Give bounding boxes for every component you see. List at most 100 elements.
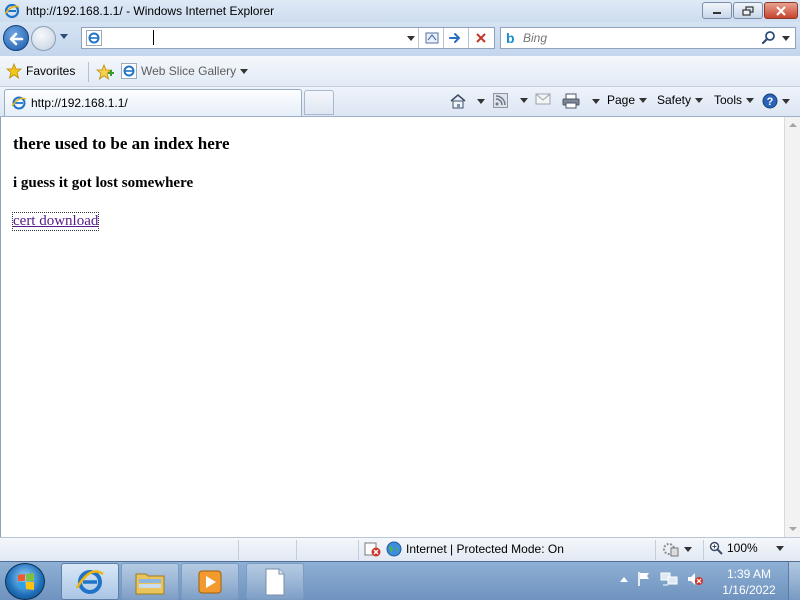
recent-pages-dropdown[interactable] — [60, 34, 68, 39]
ie-logo-icon — [4, 3, 20, 19]
system-tray — [620, 571, 704, 587]
favorites-button[interactable]: Favorites — [6, 63, 75, 79]
print-button[interactable] — [562, 93, 600, 109]
text-cursor — [153, 30, 154, 45]
new-tab-button[interactable] — [304, 90, 334, 115]
stop-x-icon — [476, 33, 486, 43]
minimize-button[interactable] — [702, 2, 732, 19]
taskbar-clock[interactable]: 1:39 AM 1/16/2022 — [716, 566, 782, 598]
zoom-magnifier-icon — [709, 541, 723, 555]
forward-button[interactable] — [31, 26, 56, 51]
scroll-up-arrow[interactable] — [789, 123, 797, 127]
search-icon[interactable] — [761, 30, 777, 46]
favorites-star-icon — [6, 63, 22, 79]
page-subheading: i guess it got lost somewhere — [13, 175, 194, 191]
mail-icon — [535, 93, 551, 105]
rss-feed-icon — [493, 93, 508, 108]
address-dropdown[interactable] — [407, 36, 415, 41]
restore-button[interactable] — [733, 2, 763, 19]
clock-time: 1:39 AM — [726, 567, 772, 581]
compatibility-view-icon — [425, 32, 439, 44]
navigation-bar: b — [0, 22, 800, 56]
compatibility-view-button[interactable] — [423, 30, 441, 46]
status-segment-divider — [358, 540, 359, 560]
page-menu[interactable]: Page — [607, 93, 648, 107]
favorites-separator — [88, 62, 89, 82]
show-desktop-button[interactable] — [788, 562, 800, 600]
chevron-down-icon — [684, 546, 692, 552]
action-center-flag-icon[interactable] — [636, 571, 652, 587]
chevron-down-icon — [695, 97, 704, 103]
taskbar-notepad[interactable] — [246, 563, 304, 600]
back-button[interactable] — [3, 25, 29, 51]
back-arrow-icon — [9, 32, 24, 46]
tools-menu-label: Tools — [714, 93, 743, 107]
tab-label: http://192.168.1.1/ — [31, 96, 128, 110]
zoom-control[interactable]: 100% — [709, 541, 784, 555]
vertical-scrollbar[interactable] — [784, 117, 800, 537]
web-slice-gallery-label: Web Slice Gallery — [141, 64, 237, 78]
start-button[interactable] — [5, 563, 45, 600]
tools-menu[interactable]: Tools — [714, 93, 755, 107]
taskbar: 1:39 AM 1/16/2022 — [0, 561, 800, 600]
read-mail-button[interactable] — [535, 93, 551, 105]
close-button[interactable] — [764, 2, 798, 19]
shield-settings-icon — [663, 543, 679, 557]
printer-icon — [562, 93, 580, 109]
status-segment-divider — [296, 540, 297, 560]
window-title: http://192.168.1.1/ - Windows Internet E… — [26, 4, 275, 18]
title-bar: http://192.168.1.1/ - Windows Internet E… — [0, 0, 800, 22]
status-segment-divider — [703, 540, 704, 560]
search-input[interactable] — [523, 30, 753, 46]
web-slice-gallery-link[interactable]: Web Slice Gallery — [121, 63, 249, 79]
media-player-icon — [198, 570, 222, 593]
address-bar[interactable] — [81, 27, 495, 49]
address-input[interactable] — [106, 30, 396, 46]
help-button[interactable]: ? — [762, 93, 790, 109]
volume-muted-icon[interactable] — [686, 571, 704, 587]
search-provider-dropdown[interactable] — [782, 36, 790, 41]
tab-ie-icon — [11, 96, 27, 110]
taskbar-internet-explorer[interactable] — [61, 563, 119, 600]
home-icon — [450, 93, 466, 109]
favorites-label: Favorites — [26, 64, 76, 78]
status-bar: Internet | Protected Mode: On 100% — [0, 537, 800, 561]
chevron-down-icon — [775, 545, 784, 551]
go-button[interactable] — [446, 30, 464, 46]
security-zone[interactable]: Internet | Protected Mode: On — [364, 541, 564, 557]
favorites-bar: Favorites Web Slice Gallery — [0, 56, 800, 87]
show-hidden-icons-button[interactable] — [620, 576, 628, 582]
windows-logo-icon — [18, 573, 34, 590]
minimize-icon — [713, 11, 721, 14]
ie-logo-icon — [75, 569, 104, 594]
protected-mode-button[interactable] — [662, 541, 692, 557]
taskbar-media-player[interactable] — [181, 563, 239, 600]
add-to-favorites-bar-icon[interactable] — [96, 64, 114, 80]
internet-globe-icon — [386, 541, 402, 557]
zoom-level: 100% — [727, 541, 758, 555]
address-separator — [418, 28, 419, 48]
help-dropdown-icon[interactable] — [782, 98, 790, 104]
page-menu-label: Page — [607, 93, 636, 107]
taskbar-windows-explorer[interactable] — [121, 563, 179, 600]
print-dropdown-icon[interactable] — [592, 98, 600, 104]
stop-button[interactable] — [472, 30, 490, 46]
chevron-down-icon — [240, 68, 249, 74]
safety-menu[interactable]: Safety — [657, 93, 704, 107]
restore-icon — [742, 5, 754, 16]
help-icon: ? — [762, 93, 778, 109]
cert-download-link[interactable]: cert download — [11, 212, 100, 231]
clock-date: 1/16/2022 — [722, 583, 776, 597]
home-button[interactable] — [449, 93, 485, 109]
tab-current[interactable]: http://192.168.1.1/ — [4, 89, 302, 116]
search-box[interactable]: b — [500, 27, 796, 49]
window-controls — [702, 2, 798, 19]
folder-icon — [135, 573, 165, 594]
go-arrow-icon — [449, 33, 461, 43]
network-icon[interactable] — [660, 571, 678, 587]
home-dropdown-icon[interactable] — [477, 98, 485, 104]
page-ie-icon — [86, 30, 102, 46]
feeds-button[interactable] — [493, 93, 528, 108]
feeds-dropdown-icon[interactable] — [520, 98, 528, 103]
scroll-down-arrow[interactable] — [789, 527, 797, 531]
